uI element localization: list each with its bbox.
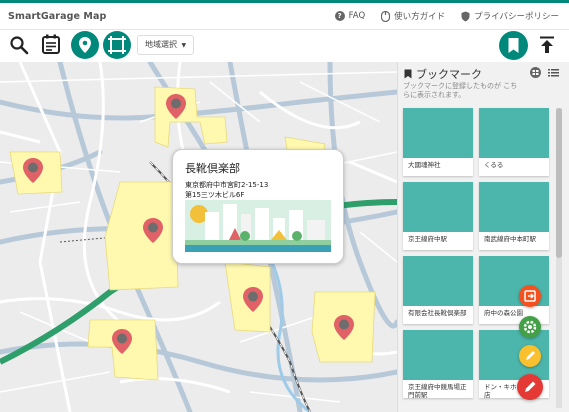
upload-icon[interactable] — [539, 36, 555, 54]
card-label: 大國魂神社 — [408, 161, 441, 169]
card-thumbnail — [403, 330, 473, 380]
gear-icon — [523, 320, 537, 334]
guide-label: 使い方ガイド — [394, 12, 446, 22]
bookmark-toggle-button[interactable] — [499, 31, 528, 60]
calendar-icon[interactable] — [42, 34, 60, 54]
privacy-label: プライバシーポリシー — [474, 12, 559, 22]
card-label: 京王線府中競馬場正門前駅 — [408, 383, 467, 399]
card-thumbnail — [403, 108, 473, 158]
list-view-icon[interactable] — [547, 67, 560, 78]
toolbar: 地域選択 ▼ — [0, 30, 569, 62]
popup-title: 長靴倶楽部 — [185, 162, 240, 175]
shield-icon — [461, 11, 470, 21]
pin-mode-button[interactable] — [71, 31, 99, 59]
location-pin-icon — [79, 37, 91, 53]
region-select-label: 地域選択 — [145, 40, 177, 49]
popup-building: 第15三ツ木ビル6F — [185, 191, 245, 199]
scrollbar-thumb[interactable] — [556, 108, 562, 258]
bookmark-card[interactable]: 有限会社長靴倶楽部 — [403, 256, 473, 324]
edit-button[interactable] — [517, 374, 543, 400]
place-popup[interactable]: 長靴倶楽部 東京都府中市宮町2-15-13 第15三ツ木ビル6F — [172, 149, 344, 264]
faq-link[interactable]: ? FAQ — [334, 11, 366, 21]
card-label: くるる — [484, 161, 504, 169]
card-thumbnail — [479, 108, 549, 158]
question-icon: ? — [334, 11, 345, 21]
bookmark-panel-header: ブックマーク — [404, 66, 482, 82]
bookmark-card[interactable]: 京王線府中競馬場正門前駅 — [403, 330, 473, 399]
area-mode-button[interactable] — [103, 31, 131, 59]
bookmark-panel: ブックマーク ブックマークに登録したものが こちらに表示されます。 大國魂神社 … — [397, 62, 569, 412]
card-thumbnail — [479, 182, 549, 232]
app-header: SmartGarage Map ? FAQ 使い方ガイド プライバシーポリシー — [0, 0, 569, 30]
caret-down-icon: ▼ — [181, 42, 187, 49]
place-illustration — [185, 200, 331, 252]
crop-area-icon — [108, 36, 126, 54]
bookmark-icon — [508, 38, 519, 53]
faq-label: FAQ — [348, 11, 366, 21]
grid-view-icon[interactable] — [529, 67, 542, 78]
exit-icon — [524, 290, 536, 302]
header-links: ? FAQ 使い方ガイド プライバシーポリシー — [334, 10, 559, 22]
card-label: 京王線府中駅 — [408, 235, 447, 243]
search-icon[interactable] — [9, 35, 29, 55]
settings-button[interactable] — [519, 316, 541, 338]
card-label: 南武線府中本町駅 — [484, 235, 536, 243]
bookmark-card[interactable]: 京王線府中駅 — [403, 182, 473, 250]
bookmark-card[interactable]: 大國魂神社 — [403, 108, 473, 176]
mouse-icon — [381, 10, 391, 22]
card-thumbnail — [403, 256, 473, 306]
bookmark-icon — [404, 69, 412, 79]
logout-button[interactable] — [519, 285, 541, 307]
card-thumbnail — [403, 182, 473, 232]
privacy-link[interactable]: プライバシーポリシー — [461, 10, 559, 22]
popup-address: 東京都府中市宮町2-15-13 — [185, 181, 269, 189]
guide-link[interactable]: 使い方ガイド — [381, 10, 445, 22]
region-select[interactable]: 地域選択 ▼ — [137, 35, 195, 55]
pencil-icon — [525, 381, 536, 392]
bookmark-card[interactable]: 南武線府中本町駅 — [479, 182, 549, 250]
card-label: 有限会社長靴倶楽部 — [408, 309, 467, 317]
area-polygon — [104, 181, 179, 291]
pencil-icon — [526, 351, 535, 360]
draw-button[interactable] — [519, 345, 541, 367]
bookmark-card[interactable]: くるる — [479, 108, 549, 176]
bookmark-panel-title: ブックマーク — [416, 68, 482, 81]
bookmark-panel-subtitle: ブックマークに登録したものが こちらに表示されます。 — [403, 82, 518, 99]
app-title: SmartGarage Map — [8, 11, 107, 22]
